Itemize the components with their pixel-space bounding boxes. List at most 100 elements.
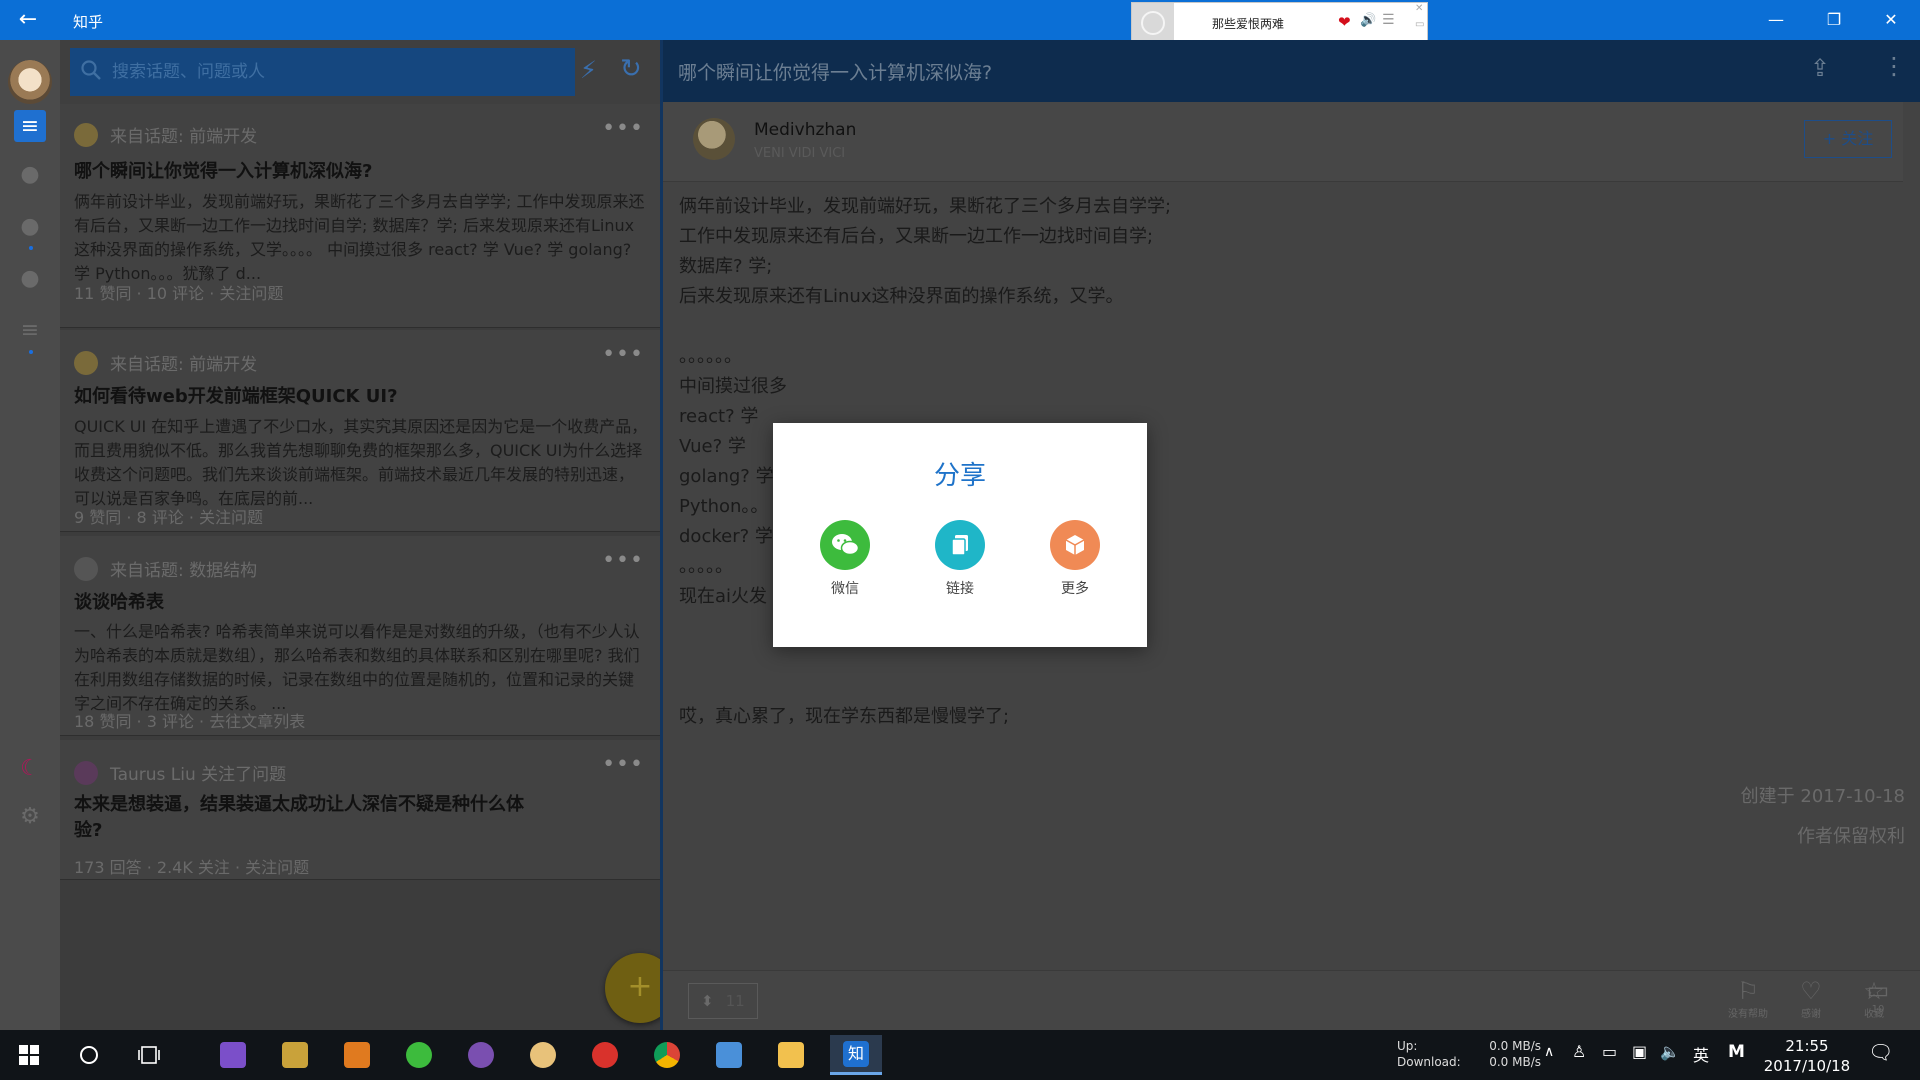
- more-options-icon[interactable]: •••: [602, 752, 644, 777]
- network-speed: Up: 0.0 MB/s Download: 0.0 MB/s: [1397, 1039, 1541, 1069]
- follow-button[interactable]: + 关注: [1804, 120, 1892, 158]
- answer-line: [679, 672, 1859, 702]
- feather-app-icon[interactable]: [708, 1035, 750, 1075]
- card-meta: 18 赞同 · 3 评论 · 去往文章列表: [74, 712, 306, 731]
- share-more-button[interactable]: 更多: [1040, 520, 1110, 598]
- zhihu-app-icon[interactable]: 知: [830, 1035, 882, 1075]
- card-excerpt[interactable]: 俩年前设计毕业，发现前端好玩，果断花了三个多月去自学学; 工作中发现原来还有后台…: [74, 190, 648, 286]
- qq-tray-icon[interactable]: ♙: [1572, 1042, 1586, 1061]
- card-title[interactable]: 本来是想装逼，结果装逼太成功让人深信不疑是种什么体验?: [74, 792, 544, 844]
- card-topic[interactable]: Taurus Liu 关注了问题: [74, 760, 286, 785]
- playlist-icon[interactable]: ☰: [1382, 12, 1395, 28]
- question-title[interactable]: 哪个瞬间让你觉得一入计算机深似海?: [678, 58, 992, 85]
- more-options-icon[interactable]: •••: [602, 548, 644, 573]
- share-link-button[interactable]: 链接: [925, 520, 995, 598]
- author-bar: Medivhzhan VENI VIDI VICI + 关注: [663, 102, 1903, 182]
- chrome-icon[interactable]: [646, 1035, 688, 1075]
- answer-line: 工作中发现原来还有后台，又果断一边工作一边找时间自学;: [679, 226, 1154, 247]
- card-topic[interactable]: 来自话题: 前端开发: [74, 350, 257, 375]
- start-windows-icon[interactable]: [8, 1035, 50, 1075]
- card-meta: 11 赞同 · 10 评论 · 关注问题: [74, 284, 284, 303]
- card-topic[interactable]: 来自话题: 前端开发: [74, 122, 257, 147]
- refresh-icon[interactable]: ↻: [620, 54, 642, 84]
- task-view-icon[interactable]: [128, 1035, 170, 1075]
- card-title[interactable]: 哪个瞬间让你觉得一入计算机深似海?: [74, 159, 644, 185]
- search-input[interactable]: [112, 58, 552, 86]
- battery-icon[interactable]: ▭: [1602, 1042, 1617, 1061]
- feed-card[interactable]: 来自话题: 前端开发 ••• 哪个瞬间让你觉得一入计算机深似海? 俩年前设计毕业…: [60, 104, 660, 328]
- share-icon[interactable]: ⇪: [1810, 54, 1830, 82]
- ime-mode[interactable]: M: [1728, 1042, 1745, 1062]
- player-close-icon[interactable]: ✕: [1415, 3, 1423, 14]
- no-help-button[interactable]: ⚐ 没有帮助: [1717, 977, 1779, 1020]
- album-disc-icon[interactable]: [1132, 3, 1174, 42]
- box-icon: [1050, 520, 1100, 570]
- doge-app-icon[interactable]: [522, 1035, 564, 1075]
- card-title[interactable]: 如何看待web开发前端框架QUICK UI?: [74, 384, 644, 410]
- author-avatar[interactable]: [693, 118, 735, 160]
- back-arrow-icon[interactable]: ←: [14, 6, 42, 34]
- like-heart-icon[interactable]: ❤: [1338, 13, 1351, 31]
- detail-header: 哪个瞬间让你觉得一入计算机深似海? ⇪ ⋮: [663, 40, 1920, 102]
- user-avatar[interactable]: [8, 60, 52, 104]
- vote-count: 11: [725, 992, 745, 1010]
- close-button[interactable]: ✕: [1862, 0, 1920, 40]
- github-icon[interactable]: [460, 1035, 502, 1075]
- more-options-icon[interactable]: •••: [602, 116, 644, 141]
- explore-compass-icon[interactable]: ●: [13, 158, 47, 192]
- lightning-icon[interactable]: ⚡: [580, 56, 597, 84]
- feed-card[interactable]: 来自话题: 前端开发 ••• 如何看待web开发前端框架QUICK UI? QU…: [60, 330, 660, 532]
- comments-button[interactable]: ▭ 10: [1847, 976, 1909, 1015]
- action-center-icon[interactable]: 🗨: [1868, 1040, 1893, 1064]
- answer-line: 哎，真心累了，现在学东西都是慢慢学了;: [679, 706, 1010, 727]
- created-date: 创建于 2017-10-18: [1740, 786, 1905, 807]
- menu-lines-icon[interactable]: ≡: [13, 314, 47, 348]
- music-mini-player: 那些爱恨两难 ❤ 🔊 ☰ ✕ ▭: [1131, 2, 1428, 43]
- notification-bell-icon[interactable]: ●: [13, 210, 47, 244]
- share-wechat-button[interactable]: 微信: [810, 520, 880, 598]
- volume-tray-icon[interactable]: 🔈: [1660, 1042, 1680, 1061]
- minimize-button[interactable]: —: [1747, 0, 1805, 40]
- network-icon[interactable]: ▣: [1632, 1042, 1647, 1061]
- volume-icon[interactable]: 🔊: [1360, 13, 1376, 28]
- night-mode-moon-icon[interactable]: ☾: [13, 752, 47, 786]
- windows-taskbar: 知 Up: 0.0 MB/s Download: 0.0 MB/s ∧ ♙ ▭ ▣ …: [0, 1030, 1920, 1080]
- feed-list-icon[interactable]: ≡: [14, 110, 46, 142]
- answer-line: 后来发现原来还有Linux这种没界面的操作系统，又学。: [679, 286, 1124, 307]
- topic-avatar: [74, 556, 98, 581]
- share-dialog: 分享 微信 链接 更多: [773, 423, 1147, 647]
- card-excerpt[interactable]: QUICK UI 在知乎上遭遇了不少口水，其实究其原因还是因为它是一个收费产品，…: [74, 415, 648, 511]
- feed-card[interactable]: 来自话题: 数据结构 ••• 谈谈哈希表 一、什么是哈希表? 哈希表简单来说可以…: [60, 536, 660, 736]
- add-fab-button[interactable]: +: [605, 953, 660, 1023]
- wechat-icon: [820, 520, 870, 570]
- card-topic[interactable]: 来自话题: 数据结构: [74, 556, 257, 581]
- copyright-note: 作者保留权利: [1797, 826, 1905, 847]
- more-options-icon[interactable]: •••: [602, 342, 644, 367]
- wechat-app-icon[interactable]: [398, 1035, 440, 1075]
- card-excerpt[interactable]: 一、什么是哈希表? 哈希表简单来说可以看作是是对数组的升级，（也有不少人认为哈希…: [74, 620, 648, 716]
- search-box[interactable]: [70, 48, 575, 96]
- tools-app-icon[interactable]: [274, 1035, 316, 1075]
- settings-gear-icon[interactable]: ⚙: [13, 800, 47, 834]
- author-bio: VENI VIDI VICI: [754, 146, 846, 161]
- netease-music-icon[interactable]: [584, 1035, 626, 1075]
- title-bar: ← 知乎 — ❐ ✕: [0, 0, 1920, 40]
- sublime-text-icon[interactable]: [336, 1035, 378, 1075]
- thanks-button[interactable]: ♡ 感谢: [1780, 977, 1842, 1020]
- system-clock[interactable]: 21:55 2017/10/18: [1752, 1036, 1862, 1076]
- ime-language[interactable]: 英: [1693, 1042, 1709, 1066]
- file-explorer-icon[interactable]: [770, 1035, 812, 1075]
- cortana-search-icon[interactable]: [68, 1035, 110, 1075]
- restore-button[interactable]: ❐: [1805, 0, 1863, 40]
- vote-button[interactable]: ⬍ 11: [688, 983, 758, 1019]
- author-name[interactable]: Medivhzhan: [754, 120, 856, 140]
- message-bubble-icon[interactable]: ●: [13, 262, 47, 296]
- answer-line: 。。。。。。: [679, 346, 742, 367]
- card-title[interactable]: 谈谈哈希表: [74, 590, 644, 616]
- answer-line: 数据库? 学;: [679, 256, 773, 277]
- feed-card[interactable]: Taurus Liu 关注了问题 ••• 本来是想装逼，结果装逼太成功让人深信不…: [60, 740, 660, 880]
- visual-studio-icon[interactable]: [212, 1035, 254, 1075]
- more-vertical-icon[interactable]: ⋮: [1882, 52, 1906, 80]
- show-hidden-icons-icon[interactable]: ∧: [1544, 1044, 1554, 1060]
- player-mini-icon[interactable]: ▭: [1415, 19, 1424, 30]
